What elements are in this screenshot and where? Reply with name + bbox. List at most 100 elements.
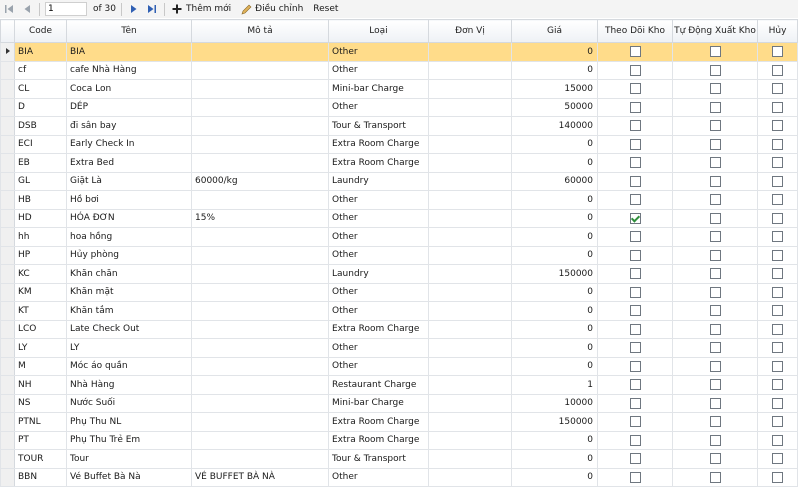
cell-name[interactable]: Extra Bed xyxy=(66,153,192,173)
table-row[interactable]: EB Extra Bed Extra Room Charge 0 xyxy=(0,153,798,173)
table-row[interactable]: KC Khăn chăn Laundry 150000 xyxy=(0,264,798,284)
cell-type[interactable]: Other xyxy=(328,190,429,210)
cell-description[interactable] xyxy=(191,134,329,154)
cell-type[interactable]: Other xyxy=(328,208,429,228)
row-indicator[interactable] xyxy=(0,282,15,302)
table-row[interactable]: NH Nhà Hàng Restaurant Charge 1 xyxy=(0,375,798,395)
track-stock-checkbox[interactable] xyxy=(629,175,641,187)
cell-name[interactable]: cafe Nhà Hàng xyxy=(66,60,192,80)
cell-description[interactable] xyxy=(191,153,329,173)
cell-price[interactable]: 0 xyxy=(511,356,598,376)
cell-type[interactable]: Extra Room Charge xyxy=(328,430,429,450)
cancel-checkbox[interactable] xyxy=(772,434,783,446)
first-page-button[interactable] xyxy=(0,1,18,17)
auto-export-checkbox[interactable] xyxy=(709,194,721,206)
cell-price[interactable]: 140000 xyxy=(511,116,598,136)
column-header-name[interactable]: Tên xyxy=(66,19,192,43)
cell-name[interactable]: Nhà Hàng xyxy=(66,375,192,395)
cell-name[interactable]: Hồ bơi xyxy=(66,190,192,210)
auto-export-checkbox[interactable] xyxy=(709,360,721,372)
cell-type[interactable]: Extra Room Charge xyxy=(328,153,429,173)
cancel-checkbox[interactable] xyxy=(772,471,783,483)
row-indicator[interactable] xyxy=(0,116,15,136)
row-indicator[interactable] xyxy=(0,338,15,358)
cell-name[interactable]: Coca Lon xyxy=(66,79,192,99)
cancel-checkbox[interactable] xyxy=(772,305,783,317)
cell-name[interactable]: HÓA ĐƠN xyxy=(66,208,192,228)
track-stock-checkbox[interactable] xyxy=(629,157,641,169)
cancel-checkbox[interactable] xyxy=(772,249,783,261)
cell-unit[interactable] xyxy=(428,116,512,136)
cell-code[interactable]: KM xyxy=(14,282,67,302)
table-row[interactable]: HD HÓA ĐƠN 15% Other 0 xyxy=(0,208,798,228)
cell-code[interactable]: DSB xyxy=(14,116,67,136)
cell-price[interactable]: 15000 xyxy=(511,79,598,99)
auto-export-checkbox[interactable] xyxy=(709,305,721,317)
cell-description[interactable]: 60000/kg xyxy=(191,171,329,191)
track-stock-checkbox[interactable] xyxy=(629,268,641,280)
cell-code[interactable]: BBN xyxy=(14,467,67,487)
add-button[interactable]: Thêm mới xyxy=(168,1,233,17)
cancel-checkbox[interactable] xyxy=(772,212,783,224)
cell-code[interactable]: KC xyxy=(14,264,67,284)
cell-code[interactable]: ECI xyxy=(14,134,67,154)
cancel-checkbox[interactable] xyxy=(772,157,783,169)
column-header-price[interactable]: Giá xyxy=(511,19,598,43)
track-stock-checkbox[interactable] xyxy=(629,194,641,206)
row-indicator[interactable] xyxy=(0,190,15,210)
column-header-auto-export[interactable]: Tự Động Xuất Kho xyxy=(672,19,758,43)
cell-description[interactable] xyxy=(191,393,329,413)
table-row[interactable]: cf cafe Nhà Hàng Other 0 xyxy=(0,60,798,80)
cancel-checkbox[interactable] xyxy=(772,120,783,132)
last-page-button[interactable] xyxy=(143,1,161,17)
cell-unit[interactable] xyxy=(428,264,512,284)
column-header-description[interactable]: Mô tả xyxy=(191,19,329,43)
track-stock-checkbox[interactable] xyxy=(629,212,641,224)
column-header-cancel[interactable]: Hủy xyxy=(757,19,798,43)
row-indicator[interactable] xyxy=(0,449,15,469)
table-row[interactable]: KT Khăn tắm Other 0 xyxy=(0,301,798,321)
cell-name[interactable]: Late Check Out xyxy=(66,319,192,339)
cell-description[interactable] xyxy=(191,449,329,469)
cell-description[interactable] xyxy=(191,79,329,99)
row-indicator[interactable] xyxy=(0,79,15,99)
table-row[interactable]: M Móc áo quần Other 0 xyxy=(0,356,798,376)
cell-price[interactable]: 0 xyxy=(511,430,598,450)
cell-description[interactable] xyxy=(191,282,329,302)
cell-code[interactable]: KT xyxy=(14,301,67,321)
column-header-unit[interactable]: Đơn Vị xyxy=(428,19,512,43)
cell-description[interactable] xyxy=(191,338,329,358)
cell-unit[interactable] xyxy=(428,412,512,432)
row-indicator[interactable] xyxy=(0,153,15,173)
cell-unit[interactable] xyxy=(428,245,512,265)
cell-unit[interactable] xyxy=(428,208,512,228)
cancel-checkbox[interactable] xyxy=(772,416,783,428)
row-indicator[interactable] xyxy=(0,245,15,265)
row-indicator[interactable] xyxy=(0,134,15,154)
track-stock-checkbox[interactable] xyxy=(629,249,641,261)
cell-unit[interactable] xyxy=(428,301,512,321)
cell-name[interactable]: Tour xyxy=(66,449,192,469)
cell-name[interactable]: Móc áo quần xyxy=(66,356,192,376)
table-row[interactable]: ECI Early Check In Extra Room Charge 0 xyxy=(0,134,798,154)
cell-name[interactable]: Phụ Thu NL xyxy=(66,412,192,432)
cell-price[interactable]: 150000 xyxy=(511,264,598,284)
row-indicator[interactable] xyxy=(0,319,15,339)
track-stock-checkbox[interactable] xyxy=(629,138,641,150)
row-indicator[interactable] xyxy=(0,412,15,432)
cell-unit[interactable] xyxy=(428,449,512,469)
cell-price[interactable]: 0 xyxy=(511,338,598,358)
cell-name[interactable]: Vé Buffet Bà Nà xyxy=(66,467,192,487)
track-stock-checkbox[interactable] xyxy=(629,305,641,317)
position-input[interactable] xyxy=(45,2,87,16)
cell-price[interactable]: 60000 xyxy=(511,171,598,191)
cell-name[interactable]: BIA xyxy=(66,42,192,62)
cell-type[interactable]: Other xyxy=(328,227,429,247)
cell-name[interactable]: đi sân bay xyxy=(66,116,192,136)
cell-description[interactable] xyxy=(191,301,329,321)
cell-type[interactable]: Laundry xyxy=(328,264,429,284)
cell-price[interactable]: 0 xyxy=(511,467,598,487)
row-indicator[interactable] xyxy=(0,264,15,284)
cancel-checkbox[interactable] xyxy=(772,175,783,187)
cell-price[interactable]: 50000 xyxy=(511,97,598,117)
